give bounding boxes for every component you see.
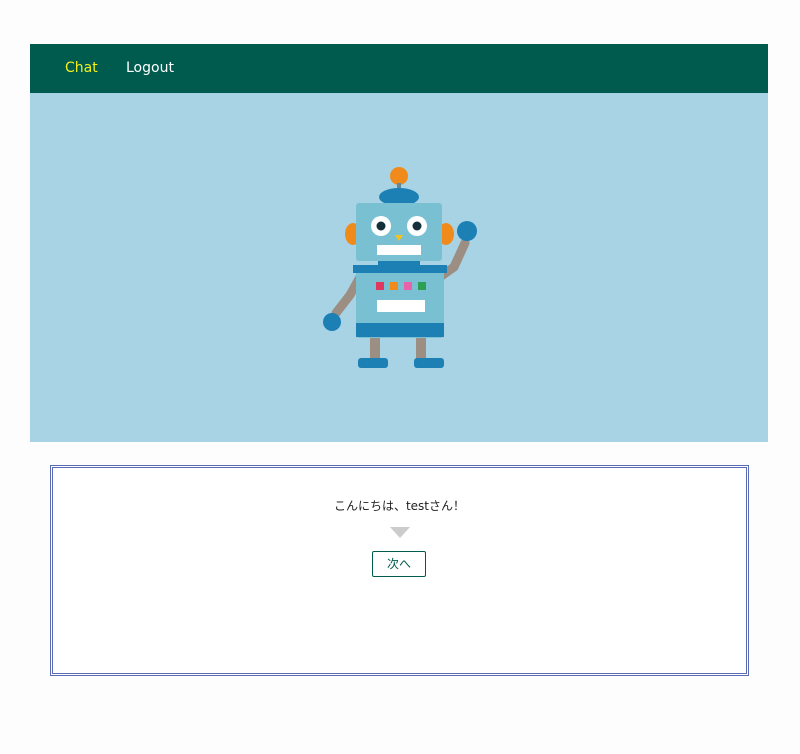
top-navbar: Chat Logout — [30, 44, 768, 93]
nav-logout-link[interactable]: Logout — [126, 60, 174, 76]
next-button[interactable]: 次へ — [372, 551, 426, 577]
nav-chat-link[interactable]: Chat — [65, 60, 98, 76]
greeting-message: こんにちは、testさん！ — [333, 499, 466, 513]
page: Chat Logout こんにちは、testさん！ 次へ — [0, 0, 800, 754]
robot-illustration — [323, 167, 477, 368]
down-triangle-icon — [390, 527, 410, 538]
hero-banner — [30, 93, 768, 442]
message-dialog: こんにちは、testさん！ 次へ — [50, 465, 749, 676]
